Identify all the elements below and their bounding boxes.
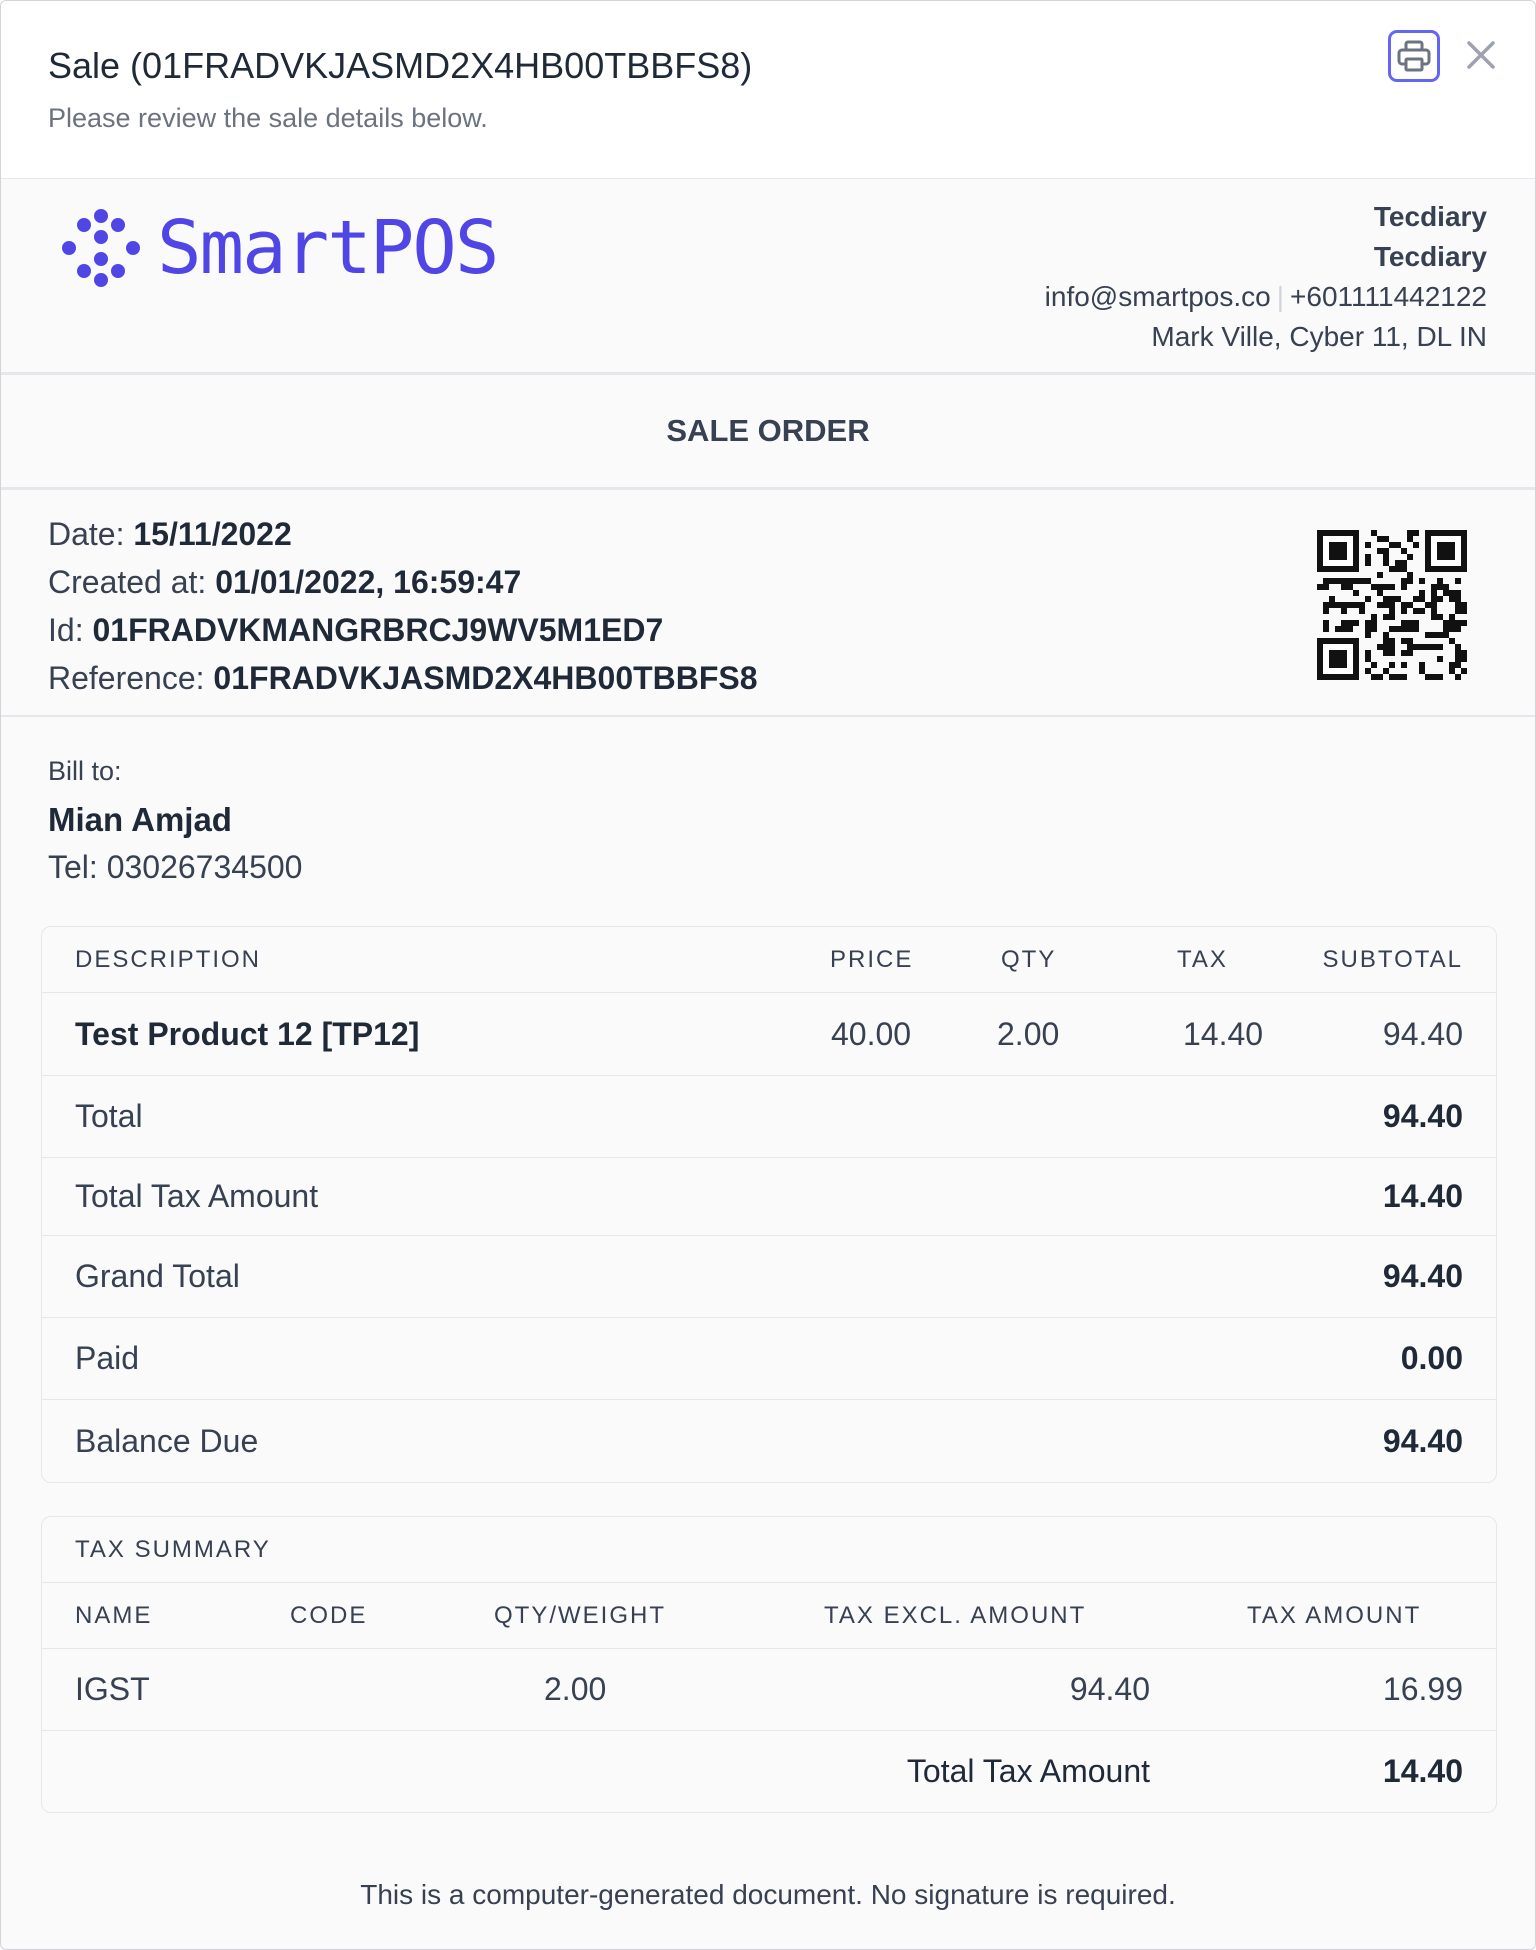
printer-icon (1397, 40, 1431, 72)
bill-to: Bill to: Mian Amjad Tel: 03026734500 (48, 756, 302, 886)
bill-to-label: Bill to: (48, 756, 122, 786)
col-qty: QTY (1001, 945, 1057, 973)
item-qty: 2.00 (997, 1015, 1060, 1052)
balance-due-value: 94.40 (1382, 1422, 1463, 1459)
close-icon (1467, 41, 1495, 69)
modal-header: Sale (01FRADVKJASMD2X4HB00TBBFS8) Please… (1, 1, 1535, 179)
company-address: Mark Ville, Cyber 11, DL IN (1151, 321, 1487, 352)
tax-summary-table: TAX SUMMARY NAME CODE QTY/WEIGHT TAX EXC… (41, 1516, 1497, 1813)
tax-qty: 2.00 (544, 1671, 607, 1707)
order-meta: Date: 15/11/2022 Created at: 01/01/2022,… (1, 490, 1535, 717)
balance-due-row: Balance Due 94.40 (42, 1400, 1496, 1482)
total-label: Total (75, 1098, 143, 1134)
total-tax-row: Total Tax Amount 14.40 (42, 1158, 1496, 1236)
tax-summary-header-row: NAME CODE QTY/WEIGHT TAX EXCL. AMOUNT TA… (42, 1583, 1496, 1649)
paid-row: Paid 0.00 (42, 1318, 1496, 1400)
company-header: SmartPOS Tecdiary Tecdiary info@smartpos… (1, 179, 1535, 375)
balance-due-label: Balance Due (75, 1422, 259, 1459)
separator: | (1276, 281, 1285, 312)
close-button[interactable] (1463, 37, 1499, 73)
col-qty-weight: QTY/WEIGHT (494, 1601, 666, 1629)
table-row: IGST 2.00 94.40 16.99 (42, 1649, 1496, 1731)
footer-note: This is a computer-generated document. N… (360, 1879, 1176, 1910)
total-value: 94.40 (1382, 1098, 1463, 1134)
total-tax-value: 14.40 (1382, 1178, 1463, 1214)
company-name: Tecdiary (1373, 201, 1487, 232)
grand-total-value: 94.40 (1382, 1258, 1463, 1294)
item-subtotal: 94.40 (1382, 1015, 1463, 1052)
modal-title: Sale (01FRADVKJASMD2X4HB00TBBFS8) (48, 45, 753, 86)
company-info: Tecdiary Tecdiary info@smartpos.co | +6011… (1045, 197, 1487, 357)
col-subtotal: SUBTOTAL (1322, 945, 1463, 973)
customer-tel: Tel: 03026734500 (48, 849, 303, 885)
print-button[interactable] (1388, 30, 1440, 82)
col-description: DESCRIPTION (75, 945, 262, 973)
table-row: Test Product 12 [TP12] 40.00 2.00 14.40 … (42, 993, 1496, 1076)
modal-subtitle: Please review the sale details below. (48, 103, 488, 133)
company-email: info@smartpos.co (1044, 281, 1271, 312)
qr-code-icon (1317, 530, 1467, 680)
logo: SmartPOS (61, 205, 499, 291)
items-table: DESCRIPTION PRICE QTY TAX SUBTOTAL Test … (41, 926, 1497, 1483)
meta-date: Date: 15/11/2022 (48, 516, 292, 552)
col-tax-amount: TAX AMOUNT (1247, 1601, 1422, 1629)
company-phone: +601111442122 (1290, 281, 1487, 312)
order-type-heading: SALE ORDER (1, 375, 1535, 490)
col-tax: TAX (1177, 945, 1228, 973)
item-tax: 14.40 (1183, 1015, 1264, 1052)
sale-modal: Sale (01FRADVKJASMD2X4HB00TBBFS8) Please… (0, 0, 1536, 1950)
tax-summary-title: TAX SUMMARY (75, 1535, 271, 1563)
items-header-row: DESCRIPTION PRICE QTY TAX SUBTOTAL (42, 927, 1496, 993)
meta-id: Id: 01FRADVKMANGRBRCJ9WV5M1ED7 (48, 612, 664, 648)
paid-label: Paid (75, 1340, 140, 1376)
logo-text: SmartPOS (157, 205, 499, 291)
logo-dots-icon (62, 209, 140, 287)
tax-total-label: Total Tax Amount (906, 1753, 1150, 1789)
tax-amount: 16.99 (1382, 1671, 1463, 1707)
col-name: NAME (75, 1601, 153, 1629)
grand-total-label: Grand Total (75, 1258, 240, 1294)
paid-value: 0.00 (1400, 1340, 1463, 1376)
tax-excl-amount: 94.40 (1069, 1671, 1150, 1707)
tax-summary-title-row: TAX SUMMARY (42, 1517, 1496, 1583)
col-price: PRICE (830, 945, 914, 973)
customer-name: Mian Amjad (48, 801, 232, 838)
tax-total-value: 14.40 (1382, 1753, 1463, 1789)
col-code: CODE (290, 1601, 368, 1629)
meta-reference: Reference: 01FRADVKJASMD2X4HB00TBBFS8 (48, 660, 758, 696)
total-row: Total 94.40 (42, 1076, 1496, 1158)
company-name-secondary: Tecdiary (1373, 241, 1487, 272)
item-description: Test Product 12 [TP12] (75, 1015, 420, 1052)
item-price: 40.00 (831, 1015, 912, 1052)
tax-name: IGST (75, 1671, 150, 1707)
meta-created: Created at: 01/01/2022, 16:59:47 (48, 564, 522, 600)
company-contact: info@smartpos.co | +601111442122 (1045, 277, 1487, 317)
total-tax-label: Total Tax Amount (75, 1178, 319, 1214)
grand-total-row: Grand Total 94.40 (42, 1236, 1496, 1318)
col-tax-excl-amount: TAX EXCL. AMOUNT (824, 1601, 1087, 1629)
tax-total-row: Total Tax Amount 14.40 (42, 1731, 1496, 1812)
